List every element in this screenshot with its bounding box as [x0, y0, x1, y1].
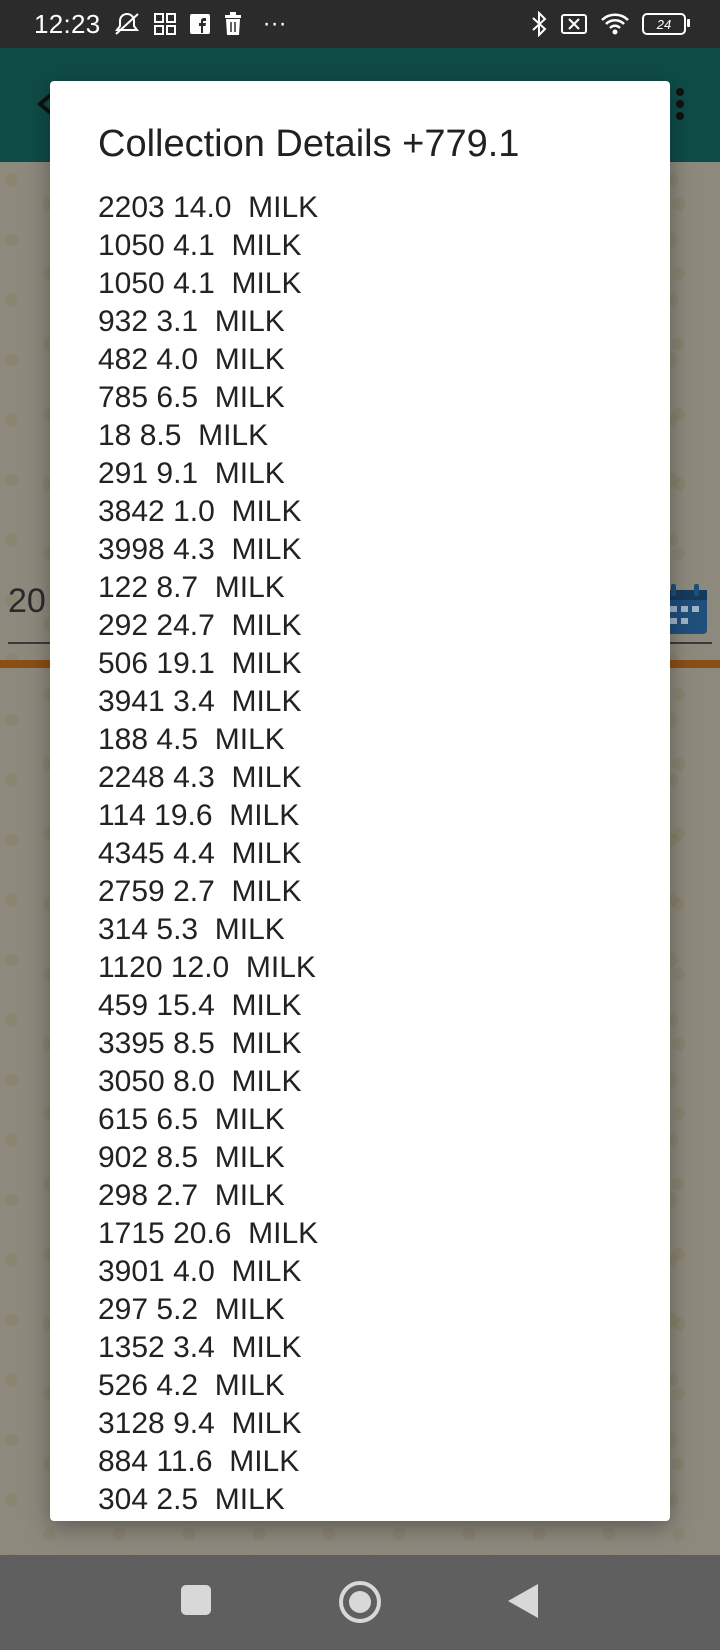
status-left: 12:23 ···: [34, 9, 287, 40]
collection-row: 298 2.7 MILK: [98, 1179, 285, 1212]
collection-row: 932 3.1 MILK: [98, 305, 285, 338]
status-time: 12:23: [34, 8, 101, 39]
bluetooth-icon: [530, 11, 548, 37]
collection-row: 459 15.4 MILK: [98, 989, 302, 1022]
collection-row: 526 4.2 MILK: [98, 1369, 285, 1402]
collection-row: 122 8.7 MILK: [98, 571, 285, 604]
collection-row: 1050 4.1 MILK: [98, 267, 302, 300]
collection-row: 3901 4.0 MILK: [98, 1255, 302, 1288]
collection-row: 188 4.5 MILK: [98, 723, 285, 756]
collection-details-dialog: Collection Details +779.1 2203 14.0 MILK…: [50, 81, 670, 1521]
collection-row: 615 6.5 MILK: [98, 1103, 285, 1136]
collection-row: 3395 8.5 MILK: [98, 1027, 302, 1060]
collection-row: 314 5.3 MILK: [98, 913, 285, 946]
overflow-menu-icon[interactable]: [674, 86, 686, 127]
date-field[interactable]: 20: [8, 582, 46, 621]
facebook-icon: [189, 13, 211, 35]
dialog-title: Collection Details +779.1: [98, 123, 520, 165]
collection-row: 1715 20.6 MILK: [98, 1217, 319, 1250]
collection-row: 18 8.5 MILK: [98, 419, 269, 452]
collection-row: 291 9.1 MILK: [98, 457, 285, 490]
mute-icon: [113, 11, 141, 37]
collection-row: 3128 9.4 MILK: [98, 1407, 302, 1440]
collection-row: 902 8.5 MILK: [98, 1141, 285, 1174]
collection-row: 114 19.6 MILK: [98, 799, 300, 832]
collection-row: 1352 3.4 MILK: [98, 1331, 302, 1364]
more-notifications-icon: ···: [262, 10, 287, 37]
sim-off-icon: [560, 13, 588, 35]
home-icon[interactable]: [337, 1579, 383, 1630]
collection-row: 3941 3.4 MILK: [98, 685, 302, 718]
collection-row: 4345 4.4 MILK: [98, 837, 302, 870]
collection-row: 2759 2.7 MILK: [98, 875, 302, 908]
back-icon[interactable]: [506, 1582, 540, 1625]
status-bar: 12:23 ··· 24: [0, 0, 720, 48]
collection-details-list[interactable]: 2203 14.0 MILK 1050 4.1 MILK 1050 4.1 MILK…: [98, 189, 318, 1519]
collection-row: 297 5.2 MILK: [98, 1293, 285, 1326]
collection-row: 1120 12.0 MILK: [98, 951, 316, 984]
collection-row: 292 24.7 MILK: [98, 609, 302, 642]
collection-row: 506 19.1 MILK: [98, 647, 302, 680]
collection-row: 3050 8.0 MILK: [98, 1065, 302, 1098]
trash-icon: [223, 12, 243, 36]
navigation-bar: [0, 1555, 720, 1650]
collection-row: 3998 4.3 MILK: [98, 533, 302, 566]
status-right: 24: [530, 11, 690, 37]
collection-row: 2248 4.3 MILK: [98, 761, 302, 794]
battery-icon: 24: [642, 13, 690, 35]
collection-row: 304 2.5 MILK: [98, 1483, 285, 1516]
collection-row: 1050 4.1 MILK: [98, 229, 302, 262]
app-grid-icon: [153, 12, 177, 36]
recents-icon[interactable]: [178, 1582, 214, 1623]
collection-row: 884 11.6 MILK: [98, 1445, 300, 1478]
collection-row: 785 6.5 MILK: [98, 381, 285, 414]
collection-row: 2203 14.0 MILK: [98, 191, 319, 224]
wifi-icon: [600, 12, 630, 36]
collection-row: 3842 1.0 MILK: [98, 495, 302, 528]
collection-row: 482 4.0 MILK: [98, 343, 285, 376]
